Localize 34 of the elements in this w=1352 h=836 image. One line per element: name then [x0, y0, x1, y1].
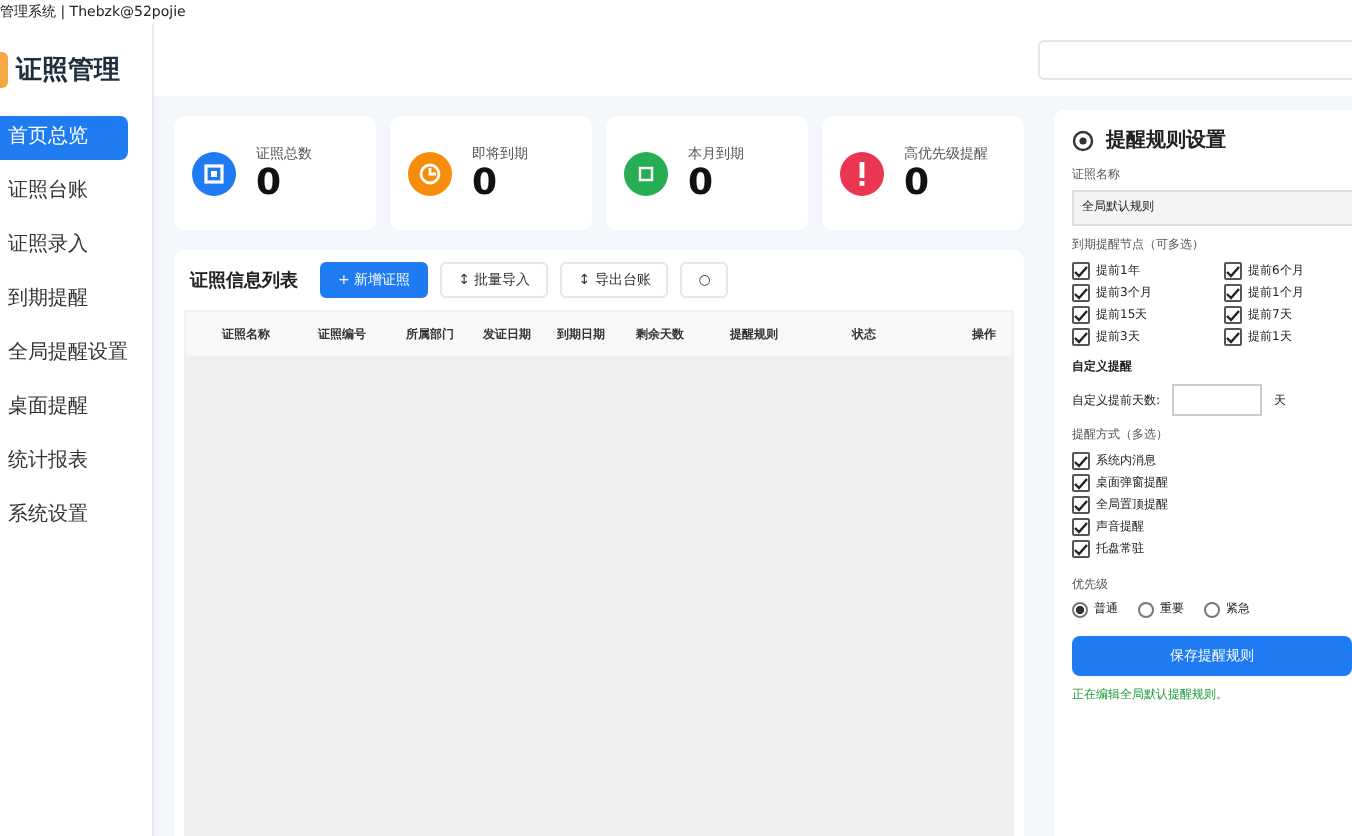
- panel-title: 提醒规则设置: [1106, 127, 1226, 154]
- radio-button[interactable]: [1138, 601, 1154, 617]
- checkbox[interactable]: [1224, 306, 1242, 324]
- sidebar-item[interactable]: 到期提醒: [0, 278, 128, 322]
- checkbox[interactable]: [1072, 284, 1090, 302]
- sidebar-item[interactable]: 系统设置: [0, 494, 128, 538]
- checkbox[interactable]: [1072, 540, 1090, 558]
- stat-value: 0: [904, 163, 932, 203]
- logo-icon: [0, 52, 8, 88]
- checkbox[interactable]: [1072, 262, 1090, 280]
- checkbox[interactable]: [1072, 306, 1090, 324]
- sidebar-item[interactable]: 首页总览: [0, 116, 128, 160]
- sidebar-item[interactable]: 桌面提醒: [0, 386, 128, 430]
- stat-value: 0: [256, 163, 284, 203]
- radio-button[interactable]: [1204, 601, 1220, 617]
- checkbox[interactable]: [1224, 284, 1242, 302]
- app-logo-text: 证照管理: [16, 54, 120, 88]
- checkbox[interactable]: [1072, 474, 1090, 492]
- search-field[interactable]: [1038, 40, 1352, 80]
- checkbox[interactable]: [1224, 262, 1242, 280]
- sidebar-item[interactable]: 证照录入: [0, 224, 128, 268]
- table-title: 证照信息列表: [190, 268, 298, 293]
- stat-value: 0: [688, 163, 716, 203]
- checkbox[interactable]: [1072, 328, 1090, 346]
- sidebar-item[interactable]: 统计报表: [0, 440, 128, 484]
- radio-button[interactable]: [1072, 601, 1088, 617]
- checkbox[interactable]: [1072, 496, 1090, 514]
- sidebar-item[interactable]: 全局提醒设置: [0, 332, 128, 376]
- checkbox[interactable]: [1072, 518, 1090, 536]
- sidebar-item[interactable]: 证照台账: [0, 170, 128, 214]
- stat-value: 0: [472, 163, 500, 203]
- days-input-field[interactable]: [1172, 384, 1263, 416]
- checkbox[interactable]: [1072, 452, 1090, 470]
- checkbox[interactable]: [1224, 328, 1242, 346]
